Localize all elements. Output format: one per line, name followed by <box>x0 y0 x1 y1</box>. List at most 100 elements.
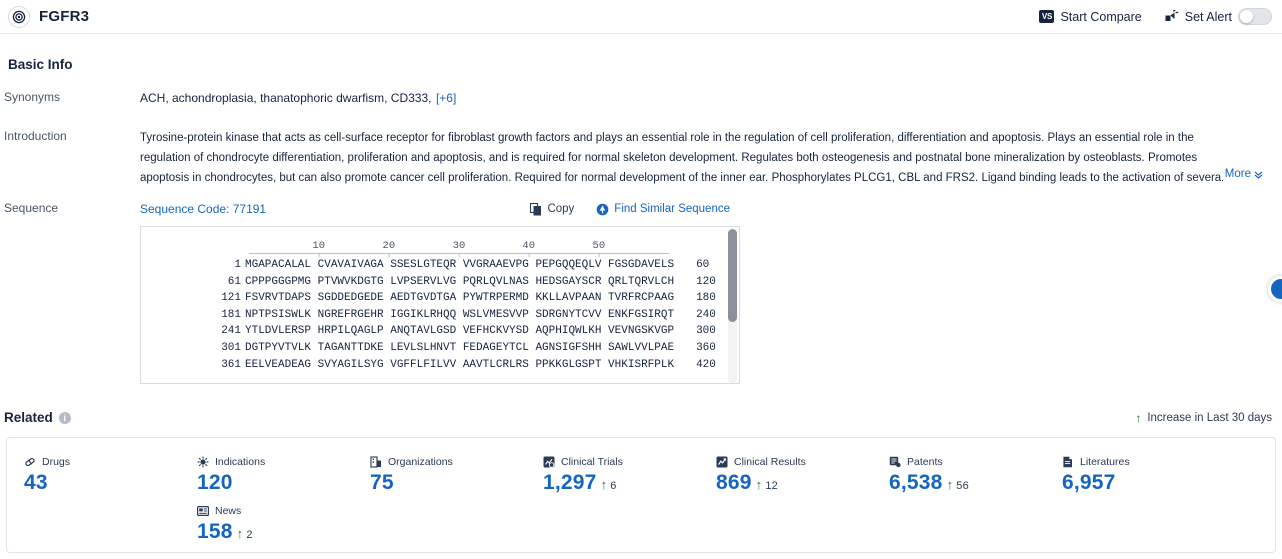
stat-value: 158 <box>197 520 233 543</box>
introduction-label: Introduction <box>4 129 67 143</box>
related-stats-grid: Drugs 43 Indications 120 Organizations 7… <box>7 456 1275 554</box>
sequence-residues: CPPPGGGPMG PTVWVKDGTG LVPSERVLVG PQRLQVL… <box>245 275 675 288</box>
stat-header: News <box>197 505 353 517</box>
copy-icon <box>530 202 542 216</box>
introduction-text: Tyrosine-protein kinase that acts as cel… <box>140 132 1224 184</box>
stat-literatures[interactable]: Literatures 6,957 <box>1045 456 1218 495</box>
copy-label: Copy <box>547 203 575 215</box>
sequence-end-index: 300 <box>696 325 716 338</box>
stat-value-wrap: 1,297 ↑ 6 <box>543 471 699 495</box>
sequence-line: 301 DGTPYVTVLK TAGANTTDKE LEVLSLHNVT FED… <box>141 340 739 357</box>
stat-header: Patents <box>889 456 1045 468</box>
sequence-row: Sequence Sequence Code: 77191 Copy Find … <box>0 200 1282 384</box>
stat-value: 1,297 <box>543 471 597 494</box>
sequence-residues: MGAPACALAL CVAVAIVAGA SSESLGTEQR VVGRAAE… <box>245 259 675 271</box>
ruler-tick: 50 <box>592 240 606 257</box>
stat-delta-value: 12 <box>765 480 778 492</box>
ruler-tick: 40 <box>522 240 536 257</box>
stat-value: 75 <box>370 471 394 494</box>
stat-clinical-results[interactable]: Clinical Results 869 ↑ 12 <box>699 456 872 495</box>
sequence-residues: EELVEADEAG SVYAGILSYG VGFFLFILVV AAVTLCR… <box>245 358 675 371</box>
stat-header: Organizations <box>370 456 526 468</box>
set-alert-control[interactable]: Set Alert <box>1164 8 1272 25</box>
sequence-actions: Copy Find Similar Sequence <box>530 202 730 216</box>
introduction-body: Tyrosine-protein kinase that acts as cel… <box>140 128 1282 302</box>
stat-organizations[interactable]: Organizations 75 <box>353 456 526 495</box>
stat-value-wrap: 75 <box>370 471 526 495</box>
related-header: Related i ↑ Increase in Last 30 days <box>0 410 1282 425</box>
stat-spacer <box>7 505 180 544</box>
ruler-tick: 10 <box>312 240 326 257</box>
stat-delta: ↑ 12 <box>756 477 778 492</box>
up-arrow-icon: ↑ <box>236 526 244 541</box>
stat-value: 6,538 <box>889 471 943 494</box>
stat-header: Clinical Results <box>716 456 872 468</box>
copy-sequence-button[interactable]: Copy <box>530 202 575 216</box>
stat-delta-value: 56 <box>956 480 969 492</box>
top-bar: FGFR3 VS Start Compare Set Alert <box>0 0 1282 34</box>
target-icon <box>8 5 30 28</box>
sequence-line: 361 EELVEADEAG SVYAGILSYG VGFFLFILVV AAV… <box>141 357 739 374</box>
sequence-start-index: 181 <box>221 308 241 321</box>
find-similar-sequence-button[interactable]: Find Similar Sequence <box>596 203 730 216</box>
ruler-tick: 30 <box>452 240 466 257</box>
basic-info-heading: Basic Info <box>8 57 73 72</box>
stat-delta: ↑ 6 <box>601 477 617 492</box>
alert-bell-icon <box>1164 9 1179 24</box>
find-similar-icon <box>596 203 609 216</box>
stat-header: Clinical Trials <box>543 456 699 468</box>
sequence-end-index: 360 <box>696 341 716 354</box>
sequence-code-link[interactable]: Sequence Code: 77191 <box>140 202 266 216</box>
sequence-viewer[interactable]: 10 20 30 40 50 1 MGAPACALAL CVAVAIVAGA S… <box>140 226 740 384</box>
increase-legend-label: Increase in Last 30 days <box>1147 411 1272 424</box>
stat-label: Clinical Trials <box>561 456 623 468</box>
stat-delta: ↑ 56 <box>947 477 969 492</box>
stat-patents[interactable]: Patents 6,538 ↑ 56 <box>872 456 1045 495</box>
sequence-scrollbar[interactable] <box>728 229 737 383</box>
sequence-start-index: 61 <box>227 275 241 288</box>
capsule-icon <box>24 456 36 468</box>
sequence-end-index: 60 <box>696 259 710 271</box>
news-icon <box>197 505 209 517</box>
introduction-more-button[interactable]: More <box>1220 168 1264 180</box>
sequence-header: Sequence Code: 77191 Copy Find Similar S… <box>140 200 1272 218</box>
top-bar-actions: VS Start Compare Set Alert <box>1039 8 1272 25</box>
up-arrow-icon: ↑ <box>1135 410 1142 425</box>
synonyms-row: Synonyms ACH, achondroplasia, thanatopho… <box>0 89 1282 107</box>
chevron-down-icon <box>1253 169 1264 180</box>
synonyms-value: ACH, achondroplasia, thanatophoric dwarf… <box>140 91 432 105</box>
set-alert-toggle[interactable] <box>1238 8 1272 25</box>
sequence-scrollbar-thumb[interactable] <box>728 229 737 322</box>
sequence-line: 241 YTLDVLERSP HRPILQAGLP ANQTAVLGSD VEF… <box>141 323 739 340</box>
stat-value-wrap: 6,538 ↑ 56 <box>889 471 1045 495</box>
up-arrow-icon: ↑ <box>755 477 763 492</box>
stat-clinical-trials[interactable]: Clinical Trials 1,297 ↑ 6 <box>526 456 699 495</box>
sequence-line: 61 CPPPGGGPMG PTVWVKDGTG LVPSERVLVG PQRL… <box>141 274 739 291</box>
building-icon <box>370 456 382 468</box>
stat-label: Patents <box>907 456 943 468</box>
sequence-end-index: 180 <box>696 292 716 305</box>
info-icon[interactable]: i <box>58 411 71 424</box>
synonyms-more-link[interactable]: [+6] <box>436 91 456 105</box>
sequence-end-index: 420 <box>696 358 716 371</box>
sequence-line: 181 NPTPSISWLK NGREFRGEHR IGGIKLRHQQ WSL… <box>141 307 739 324</box>
clinical-result-icon <box>716 456 728 468</box>
stat-drugs[interactable]: Drugs 43 <box>7 456 180 495</box>
sequence-start-index: 1 <box>234 259 241 271</box>
brand: FGFR3 <box>8 5 89 28</box>
synonyms-label: Synonyms <box>4 90 61 104</box>
sequence-start-index: 241 <box>221 325 241 338</box>
stat-value: 43 <box>24 471 48 494</box>
up-arrow-icon: ↑ <box>946 477 954 492</box>
vs-badge-icon: VS <box>1039 10 1055 23</box>
synonyms-body: ACH, achondroplasia, thanatophoric dwarf… <box>140 89 1282 107</box>
start-compare-button[interactable]: VS Start Compare <box>1039 9 1142 24</box>
stat-value-wrap: 158 ↑ 2 <box>197 520 353 544</box>
start-compare-label: Start Compare <box>1060 9 1142 24</box>
literature-icon <box>1062 456 1074 468</box>
sequence-body: Sequence Code: 77191 Copy Find Similar S… <box>140 200 1282 384</box>
find-similar-label: Find Similar Sequence <box>614 203 730 215</box>
stat-news[interactable]: News 158 ↑ 2 <box>180 505 353 544</box>
stat-value: 120 <box>197 471 233 494</box>
stat-indications[interactable]: Indications 120 <box>180 456 353 495</box>
